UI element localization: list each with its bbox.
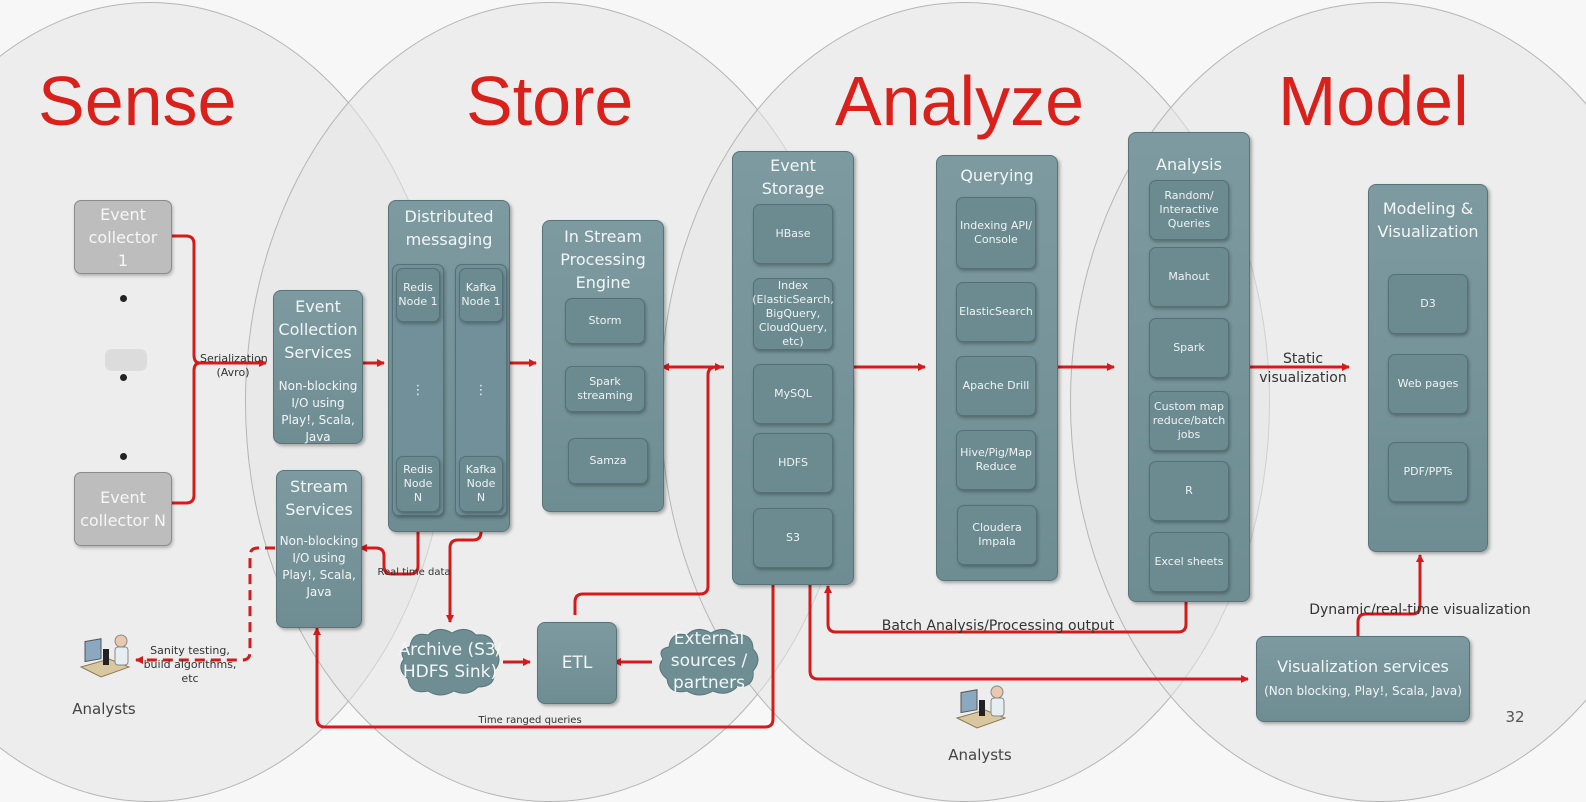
analyst-icon (77, 633, 133, 681)
archive-cloud[interactable]: Archive (S3/ HDFS Sink) (396, 625, 504, 697)
ellipsis-dot (120, 453, 127, 460)
storage-item[interactable]: Index (ElasticSearch, BigQuery, CloudQue… (752, 278, 834, 350)
static-visualization-label: Static visualization (1259, 351, 1347, 386)
event-collection-services[interactable]: Event Collection Services Non-blocking I… (273, 290, 363, 444)
storage-item[interactable]: MySQL (753, 364, 833, 424)
analysts-bottom-label: Analysts (948, 746, 1012, 764)
distributed-messaging-title: Distributed messaging (404, 207, 494, 249)
kafka-ellipsis: ⋮ (474, 383, 488, 398)
modeling-item[interactable]: PDF/PPTs (1388, 442, 1468, 502)
analyst-icon (953, 684, 1009, 732)
querying-item[interactable]: Indexing API/ Console (956, 197, 1036, 269)
stream-services-title: Stream Services (285, 477, 353, 519)
etl-label: ETL (561, 653, 593, 673)
analysts-label: Analysts (72, 700, 136, 718)
redis-node-1[interactable]: Redis Node 1 (396, 268, 440, 322)
kafka-node-1[interactable]: Kafka Node 1 (459, 268, 503, 322)
in-stream-item[interactable]: Samza (568, 438, 648, 484)
real-time-data-label: Real time data (377, 567, 451, 578)
time-ranged-label: Time ranged queries (478, 715, 582, 726)
stream-services[interactable]: Stream Services Non-blocking I/O using P… (276, 470, 362, 628)
event-collector-1[interactable]: Event collector 1 (74, 200, 172, 274)
collector1-connector (171, 234, 201, 365)
ellipsis-dot (120, 295, 127, 302)
collector-placeholder (105, 349, 147, 371)
kafka-to-archive-arrow (446, 518, 483, 623)
querying-item[interactable]: ElasticSearch (956, 282, 1036, 342)
viz-services-subtitle: (Non blocking, Play!, Scala, Java) (1264, 684, 1462, 698)
external-sources-label: External sources / partners (670, 629, 748, 693)
storage-item[interactable]: S3 (753, 508, 833, 568)
dynamic-viz-arrow (1356, 554, 1424, 636)
batch-output-label: Batch Analysis/Processing output (881, 618, 1115, 634)
analysis-title: Analysis (1156, 155, 1222, 174)
ellipsis-dot (120, 374, 127, 381)
redis-node-n[interactable]: Redis Node N (396, 456, 440, 512)
redis-ellipsis: ⋮ (411, 383, 425, 398)
analysis-item[interactable]: Excel sheets (1149, 532, 1229, 592)
external-sources-cloud[interactable]: External sources / partners (655, 625, 763, 697)
analysis-item[interactable]: Mahout (1149, 247, 1229, 307)
serialization-label: Serialization (Avro) (200, 352, 268, 379)
in-stream-title: In Stream Processing Engine (560, 227, 646, 292)
analysis-item[interactable]: Custom map reduce/batch jobs (1149, 391, 1229, 451)
analysis-item[interactable]: R (1149, 461, 1229, 521)
storage-item[interactable]: HDFS (753, 433, 833, 493)
etl-box[interactable]: ETL (537, 622, 617, 704)
collectorN-connector (171, 361, 201, 505)
page-number: 32 (1505, 708, 1525, 726)
ecs-title: Event Collection Services (278, 297, 358, 362)
event-storage-title: Event Storage (761, 156, 825, 198)
in-stream-item[interactable]: Spark streaming (565, 366, 645, 412)
modeling-item[interactable]: D3 (1388, 274, 1468, 334)
dynamic-visualization-label: Dynamic/real-time visualization (1309, 602, 1531, 618)
querying-item[interactable]: Hive/Pig/Map Reduce (956, 430, 1036, 490)
querying-item[interactable]: Cloudera Impala (957, 505, 1037, 565)
ecs-subtitle: Non-blocking I/O using Play!, Scala, Jav… (278, 379, 358, 444)
stream-services-subtitle: Non-blocking I/O using Play!, Scala, Jav… (279, 534, 359, 599)
in-stream-item[interactable]: Storm (565, 298, 645, 344)
querying-item[interactable]: Apache Drill (956, 356, 1036, 416)
storage-item[interactable]: HBase (753, 204, 833, 264)
viz-services-title: Visualization services (1277, 657, 1449, 676)
modeling-title: Modeling & Visualization (1377, 199, 1479, 241)
sanity-testing-label: Sanity testing, build algorithms, etc (143, 644, 237, 685)
visualization-services[interactable]: Visualization services (Non blocking, Pl… (1256, 636, 1470, 722)
archive-label: Archive (S3/ HDFS Sink) (398, 640, 502, 682)
analysis-item[interactable]: Random/ Interactive Queries (1149, 180, 1229, 240)
querying-title: Querying (960, 166, 1034, 185)
event-collector-n[interactable]: Event collector N (74, 472, 172, 546)
analysis-item[interactable]: Spark (1149, 318, 1229, 378)
modeling-item[interactable]: Web pages (1388, 354, 1468, 414)
kafka-node-n[interactable]: Kafka Node N (459, 456, 503, 512)
